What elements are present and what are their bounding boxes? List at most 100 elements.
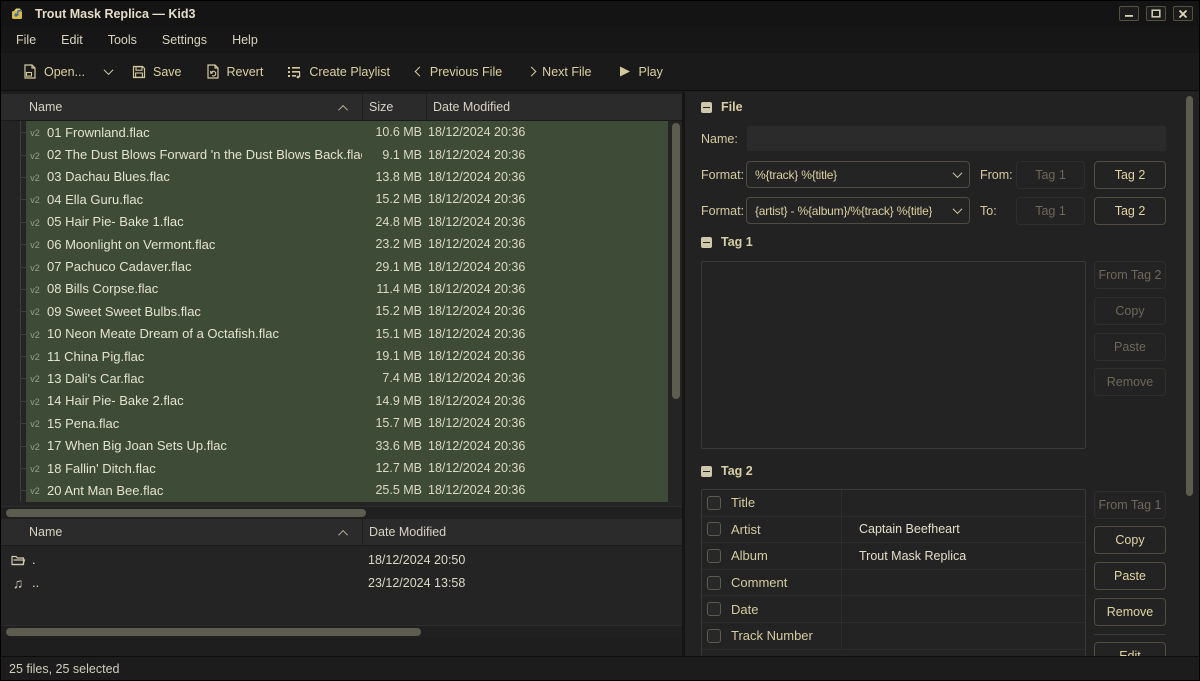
tag1-section-header[interactable]: Tag 1 xyxy=(701,235,753,249)
tag1-copy-button[interactable]: Copy xyxy=(1094,297,1166,325)
file-list-horizontal-scrollbar[interactable] xyxy=(1,506,682,519)
tag-v2-badge: v2 xyxy=(28,395,42,407)
collapse-icon[interactable] xyxy=(701,102,712,113)
folder-name: . xyxy=(32,552,36,567)
column-header-date-modified[interactable]: Date Modified xyxy=(426,94,682,120)
table-row[interactable]: v2 11 China Pig.flac 19.1 MB 18/12/2024 … xyxy=(1,345,682,367)
next-file-button[interactable]: Next File xyxy=(520,60,599,84)
save-button[interactable]: Save xyxy=(124,60,190,84)
window-title: Trout Mask Replica — Kid3 xyxy=(35,7,195,21)
table-row[interactable]: v2 03 Dachau Blues.flac 13.8 MB 18/12/20… xyxy=(1,166,682,188)
format-from-combobox[interactable]: %{track} %{title} xyxy=(746,161,970,188)
play-button[interactable]: Play xyxy=(610,60,671,84)
tag1-paste-label: Paste xyxy=(1114,340,1146,354)
tree-branch xyxy=(1,457,26,479)
collapse-icon[interactable] xyxy=(701,466,712,477)
menu-item[interactable]: Tools xyxy=(99,29,146,51)
table-row[interactable]: v2 02 The Dust Blows Forward 'n the Dust… xyxy=(1,143,682,165)
column-header-size[interactable]: Size xyxy=(362,94,426,120)
file-section-header[interactable]: File xyxy=(701,100,743,114)
column-header-name[interactable]: Name xyxy=(1,519,362,545)
file-size: 19.1 MB xyxy=(362,349,426,363)
minimize-button[interactable] xyxy=(1119,6,1139,21)
create-playlist-label: Create Playlist xyxy=(309,65,390,79)
to-tag1-button[interactable]: Tag 1 xyxy=(1016,197,1085,225)
file-date-modified: 18/12/2024 20:36 xyxy=(426,148,668,162)
table-row[interactable]: v2 13 Dali's Car.flac 7.4 MB 18/12/2024 … xyxy=(1,367,682,389)
to-tag2-button[interactable]: Tag 2 xyxy=(1094,197,1166,225)
field-checkbox[interactable] xyxy=(707,602,721,616)
field-value[interactable]: Trout Mask Replica xyxy=(842,549,966,563)
tag2-paste-button[interactable]: Paste xyxy=(1094,562,1166,590)
tag2-remove-button[interactable]: Remove xyxy=(1094,598,1166,626)
tag2-from-tag1-button[interactable]: From Tag 1 xyxy=(1094,491,1166,519)
field-checkbox[interactable] xyxy=(707,496,721,510)
tag1-remove-button[interactable]: Remove xyxy=(1094,368,1166,396)
column-header-name[interactable]: Name xyxy=(1,94,362,120)
tag2-field-row[interactable]: Artist Captain Beefheart xyxy=(702,517,1085,544)
table-row[interactable]: v2 10 Neon Meate Dream of a Octafish.fla… xyxy=(1,323,682,345)
folder-row-parent[interactable]: ♫ .. 23/12/2024 13:58 xyxy=(1,571,682,594)
menu-item[interactable]: File xyxy=(7,29,45,51)
menu-item[interactable]: Help xyxy=(223,29,267,51)
field-value[interactable]: Captain Beefheart xyxy=(842,522,960,536)
scrollbar-thumb[interactable] xyxy=(6,628,421,636)
tag2-copy-button[interactable]: Copy xyxy=(1094,526,1166,554)
tag2-field-row[interactable]: Date xyxy=(702,596,1085,623)
tag-pane-vertical-scrollbar[interactable] xyxy=(1185,94,1194,654)
column-header-date-modified[interactable]: Date Modified xyxy=(362,519,682,545)
tag1-from-tag2-button[interactable]: From Tag 2 xyxy=(1094,261,1166,289)
from-tag2-format-button[interactable]: Tag 2 xyxy=(1094,161,1166,189)
collapse-icon[interactable] xyxy=(701,237,712,248)
selected-row-area: v2 14 Hair Pie- Bake 2.flac 14.9 MB 18/1… xyxy=(26,390,668,412)
tag2-field-row[interactable]: Comment xyxy=(702,570,1085,597)
table-row[interactable]: v2 15 Pena.flac 15.7 MB 18/12/2024 20:36 xyxy=(1,412,682,434)
field-checkbox[interactable] xyxy=(707,522,721,536)
open-button[interactable]: Open... xyxy=(15,59,93,84)
tag-v2-badge: v2 xyxy=(28,328,42,340)
scrollbar-thumb[interactable] xyxy=(1186,96,1193,496)
scrollbar-thumb[interactable] xyxy=(672,123,680,399)
format-from-value: %{track} %{title} xyxy=(755,168,837,182)
field-checkbox[interactable] xyxy=(707,549,721,563)
file-date-modified: 18/12/2024 20:36 xyxy=(426,304,668,318)
file-name-input[interactable] xyxy=(746,125,1167,152)
table-row[interactable]: v2 04 Ella Guru.flac 15.2 MB 18/12/2024 … xyxy=(1,188,682,210)
table-row[interactable]: v2 14 Hair Pie- Bake 2.flac 14.9 MB 18/1… xyxy=(1,390,682,412)
table-row[interactable]: v2 18 Fallin' Ditch.flac 12.7 MB 18/12/2… xyxy=(1,457,682,479)
menu-item[interactable]: Settings xyxy=(153,29,216,51)
close-button[interactable] xyxy=(1173,6,1193,21)
open-dropdown-button[interactable] xyxy=(101,63,116,80)
tag1-paste-button[interactable]: Paste xyxy=(1094,333,1166,361)
folder-row-current[interactable]: . 18/12/2024 20:50 xyxy=(1,548,682,571)
from-tag1-button[interactable]: Tag 1 xyxy=(1016,161,1085,189)
table-row[interactable]: v2 06 Moonlight on Vermont.flac 23.2 MB … xyxy=(1,233,682,255)
create-playlist-button[interactable]: Create Playlist xyxy=(279,60,398,84)
revert-button[interactable]: Revert xyxy=(198,59,272,84)
maximize-button[interactable] xyxy=(1146,6,1166,21)
table-row[interactable]: v2 05 Hair Pie- Bake 1.flac 24.8 MB 18/1… xyxy=(1,211,682,233)
file-size: 11.4 MB xyxy=(362,282,426,296)
file-name: 02 The Dust Blows Forward 'n the Dust Bl… xyxy=(47,147,362,162)
file-list-header: Name Size Date Modified xyxy=(1,94,682,121)
tag2-field-row[interactable]: Track Number xyxy=(702,623,1085,650)
selected-row-area: v2 04 Ella Guru.flac 15.2 MB 18/12/2024 … xyxy=(26,188,668,210)
field-checkbox[interactable] xyxy=(707,629,721,643)
table-row[interactable]: v2 01 Frownland.flac 10.6 MB 18/12/2024 … xyxy=(1,121,682,143)
save-icon xyxy=(132,65,146,79)
previous-file-button[interactable]: Previous File xyxy=(408,60,510,84)
table-row[interactable]: v2 20 Ant Man Bee.flac 25.5 MB 18/12/202… xyxy=(1,479,682,501)
table-row[interactable]: v2 09 Sweet Sweet Bulbs.flac 15.2 MB 18/… xyxy=(1,300,682,322)
tag2-field-row[interactable]: Album Trout Mask Replica xyxy=(702,543,1085,570)
format-to-combobox[interactable]: {artist} - %{album}/%{track} %{title} xyxy=(746,197,970,224)
tag2-section-header[interactable]: Tag 2 xyxy=(701,464,753,478)
tag2-field-row[interactable]: Title xyxy=(702,490,1085,517)
field-checkbox[interactable] xyxy=(707,576,721,590)
table-row[interactable]: v2 17 When Big Joan Sets Up.flac 33.6 MB… xyxy=(1,434,682,456)
tag2-edit-button[interactable]: Edit xyxy=(1094,642,1166,656)
table-row[interactable]: v2 07 Pachuco Cadaver.flac 29.1 MB 18/12… xyxy=(1,255,682,277)
scrollbar-thumb[interactable] xyxy=(6,509,366,517)
table-row[interactable]: v2 08 Bills Corpse.flac 11.4 MB 18/12/20… xyxy=(1,278,682,300)
menu-item[interactable]: Edit xyxy=(52,29,92,51)
folder-list-horizontal-scrollbar[interactable] xyxy=(1,625,682,638)
